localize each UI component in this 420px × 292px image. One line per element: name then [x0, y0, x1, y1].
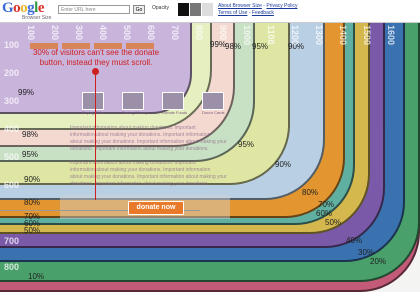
row-ruler-label: 400 — [4, 124, 20, 134]
go-button[interactable]: Go — [133, 5, 145, 14]
pct-label: 70% — [318, 200, 335, 209]
pct-label: 40% — [346, 236, 363, 245]
page-text-line: Important information about making donat… — [70, 125, 196, 131]
pct-label: 30% — [358, 248, 375, 257]
pct-label: 98% — [225, 42, 242, 51]
page-text-line: about making your donations. Important i… — [70, 139, 227, 145]
pct-label: 50% — [24, 226, 41, 235]
col-ruler-label: 1600 — [386, 25, 396, 46]
opacity-swatch[interactable] — [190, 3, 201, 16]
thumbnail — [82, 92, 104, 110]
col-ruler-label: 600 — [146, 25, 156, 41]
pct-label: 99% — [210, 40, 227, 49]
row-ruler-label: 700 — [4, 236, 20, 246]
donate-button[interactable]: donate now — [128, 201, 184, 215]
terms-link[interactable]: Terms of Use — [218, 10, 247, 16]
col-ruler-label: 1100 — [266, 25, 276, 45]
page-text-line: donations. Important information about m… — [70, 181, 209, 187]
page-text-line: information about making your donations.… — [70, 167, 211, 173]
col-ruler-label: 1500 — [362, 25, 372, 46]
col-ruler-label: 800 — [194, 25, 204, 41]
page-text-line: about making your donations. Important i… — [70, 174, 227, 180]
col-ruler-label: 900 — [218, 25, 228, 41]
pct-label: 99% — [18, 88, 35, 97]
col-ruler-label: 200 — [50, 25, 60, 41]
thumb-label: Saving Money — [122, 110, 148, 115]
col-ruler-label: 1300 — [314, 25, 324, 46]
logo-letter: o — [13, 0, 21, 16]
col-ruler-label: 700 — [170, 25, 180, 41]
col-ruler-label: 300 — [74, 25, 84, 41]
opacity-swatch[interactable] — [178, 3, 189, 16]
opacity-label: Opacity — [152, 5, 169, 11]
thumbnail — [202, 92, 224, 110]
callout-text: 30% of visitors can't see the donate but… — [32, 48, 160, 67]
pct-label: 80% — [302, 188, 319, 197]
pct-label: 80% — [24, 198, 41, 207]
thumb-label: Donor Cards — [202, 110, 225, 115]
col-ruler-label: 400 — [98, 25, 108, 41]
col-ruler-label: 1000 — [242, 25, 252, 46]
thumbnail — [162, 92, 184, 110]
row-ruler-label: 800 — [4, 262, 20, 272]
page-text-line: donations. Important information about m… — [70, 146, 209, 152]
logo-subtitle: Browser Size — [22, 15, 52, 21]
page-text-line: information about making your donations.… — [70, 132, 211, 138]
row-ruler-label: 300 — [4, 96, 20, 106]
pct-label: 95% — [22, 150, 39, 159]
col-ruler-label: 1200 — [290, 25, 300, 46]
pct-label: 10% — [28, 272, 45, 281]
row-ruler-label: 600 — [4, 180, 20, 190]
thumb-label: Buying Gifts — [82, 110, 104, 115]
row-ruler-label: 100 — [4, 40, 20, 50]
pct-label: 50% — [325, 218, 342, 227]
thumb-label: Donate Funds — [162, 110, 188, 115]
col-ruler-label: 500 — [122, 25, 132, 41]
pct-label: 20% — [370, 257, 387, 266]
row-ruler-label: 500 — [4, 152, 20, 162]
col-ruler-label: 100 — [26, 25, 36, 41]
pct-label: 90% — [275, 160, 292, 169]
pct-label: 98% — [22, 130, 39, 139]
privacy-link[interactable]: Privacy Policy — [266, 3, 297, 9]
pct-label: 60% — [316, 209, 333, 218]
pct-label: 95% — [238, 140, 255, 149]
feedback-link[interactable]: Feedback — [252, 10, 274, 16]
browser-size-toolbar: Google Browser Size Enter URL here Go Op… — [0, 0, 420, 23]
thumbnail — [122, 92, 144, 110]
col-ruler-label: 1400 — [338, 25, 348, 46]
row-ruler-label: 200 — [4, 68, 20, 78]
about-link[interactable]: About Browser Size — [218, 3, 262, 9]
url-input[interactable]: Enter URL here — [58, 5, 130, 14]
logo-letter: G — [2, 0, 14, 16]
opacity-swatch[interactable] — [202, 3, 213, 16]
callout-line — [95, 70, 96, 200]
page-text-line: Important information about making donat… — [70, 160, 196, 166]
toolbar-links: About Browser Size - Privacy Policy Term… — [218, 3, 298, 16]
pct-label: 90% — [24, 175, 41, 184]
